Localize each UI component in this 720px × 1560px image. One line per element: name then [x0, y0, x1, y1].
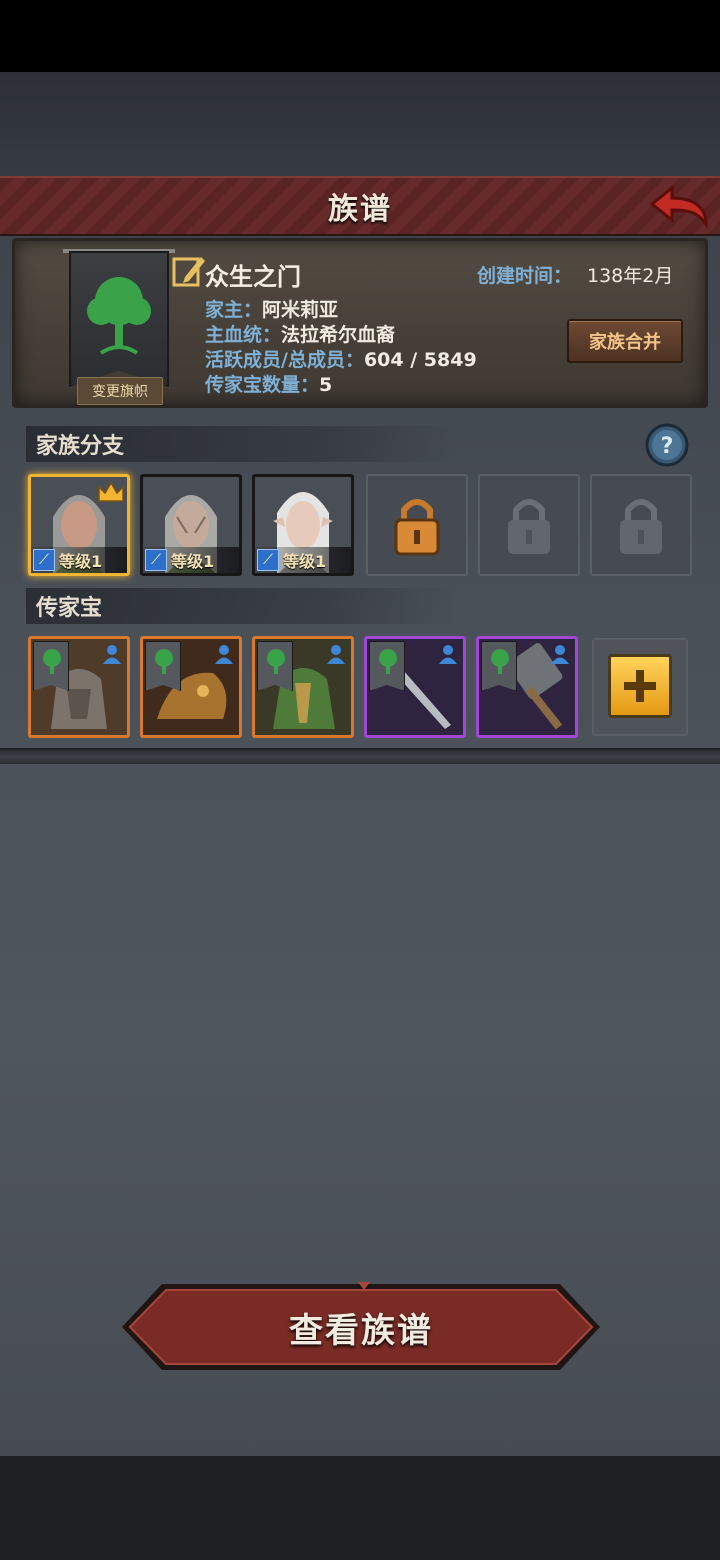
members-row: 活跃成员/总成员：604 / 5849 — [205, 345, 477, 372]
family-merge-button[interactable]: 家族合并 — [567, 319, 683, 363]
tree-icon — [267, 649, 285, 674]
bloodline-label: 主血统： — [205, 324, 282, 346]
sword-icon: ⟋ — [145, 549, 167, 571]
banner-badge — [481, 641, 517, 691]
banner-badge — [257, 641, 293, 691]
level-bar: ⟋ 等级1 — [255, 547, 351, 573]
family-name: 众生之门 — [205, 263, 301, 291]
back-arrow-icon[interactable] — [648, 182, 710, 232]
level-bar: ⟋ 等级1 — [143, 547, 239, 573]
crown-icon — [98, 481, 124, 502]
heirloom-count-value: 5 — [319, 374, 333, 396]
padlock-icon — [620, 499, 662, 554]
sword-icon: ⟋ — [33, 549, 55, 571]
locked-branch-slot — [590, 474, 692, 576]
status-bar — [0, 0, 720, 72]
members-value: 604 / 5849 — [363, 349, 477, 371]
heirloom-count-label: 传家宝数量： — [205, 374, 320, 396]
change-banner-button[interactable]: 变更旗帜 — [77, 377, 163, 405]
tree-icon — [87, 277, 151, 355]
level-label: 等级1 — [283, 552, 327, 571]
branch-member-slot[interactable]: ⟋ 等级1 — [28, 474, 130, 576]
sword-icon: ⟋ — [257, 549, 279, 571]
heirloom-slot[interactable] — [364, 636, 466, 738]
tree-icon — [379, 649, 397, 674]
person-icon — [439, 645, 457, 664]
padlock-icon — [394, 499, 440, 556]
view-family-tree-label: 查看族谱 — [289, 1310, 433, 1351]
navigation-bar — [0, 1456, 720, 1560]
family-info-panel: 变更旗帜 众生之门 创建时间： 138年2月 家主：阿米莉亚 主血统：法拉希尔血… — [12, 238, 708, 408]
padlock-icon — [508, 499, 550, 554]
leader-label: 家主： — [205, 299, 263, 321]
page-title: 族谱 — [328, 192, 392, 227]
level-label: 等级1 — [171, 552, 215, 571]
leader-value: 阿米莉亚 — [262, 299, 339, 321]
svg-text:?: ? — [661, 434, 674, 459]
bloodline-row: 主血统：法拉希尔血裔 — [205, 320, 395, 347]
heirlooms-header: 传家宝 — [26, 588, 456, 624]
tree-icon — [491, 649, 509, 674]
add-heirloom-button[interactable] — [608, 654, 672, 718]
tree-icon — [155, 649, 173, 674]
branch-member-slot[interactable]: ⟋ 等级1 — [140, 474, 242, 576]
branches-header: 家族分支 — [26, 426, 456, 462]
plus-icon — [624, 670, 656, 702]
level-label: 等级1 — [59, 552, 103, 571]
add-heirloom-slot[interactable] — [592, 638, 688, 736]
founded-label: 创建时间： — [477, 265, 573, 287]
locked-branch-slot — [478, 474, 580, 576]
help-icon[interactable]: ? — [644, 422, 690, 468]
section-divider — [0, 748, 720, 764]
tree-icon — [43, 649, 61, 674]
branch-member-slot[interactable]: ⟋ 等级1 — [252, 474, 354, 576]
heirloom-slot[interactable] — [28, 636, 130, 738]
banner-badge — [145, 641, 181, 691]
banner-badge — [369, 641, 405, 691]
person-icon — [327, 645, 345, 664]
founded-value: 138年2月 — [587, 265, 674, 287]
heirloom-slot[interactable] — [476, 636, 578, 738]
person-icon — [215, 645, 233, 664]
title-bar: 族谱 — [0, 176, 720, 236]
banner-badge — [33, 641, 69, 691]
heirloom-slot[interactable] — [252, 636, 354, 738]
edit-icon[interactable] — [171, 253, 207, 289]
heirloom-count-row: 传家宝数量：5 — [205, 370, 332, 397]
level-bar: ⟋ 等级1 — [31, 547, 127, 573]
person-icon — [551, 645, 569, 664]
members-label: 活跃成员/总成员： — [205, 349, 364, 371]
locked-branch-slot[interactable] — [366, 474, 468, 576]
top-background — [0, 72, 720, 176]
person-icon — [103, 645, 121, 664]
leader-row: 家主：阿米莉亚 — [205, 295, 338, 322]
heirloom-slot[interactable] — [140, 636, 242, 738]
view-family-tree-button[interactable]: 查看族谱 — [122, 1282, 600, 1372]
bloodline-value: 法拉希尔血裔 — [281, 324, 396, 346]
